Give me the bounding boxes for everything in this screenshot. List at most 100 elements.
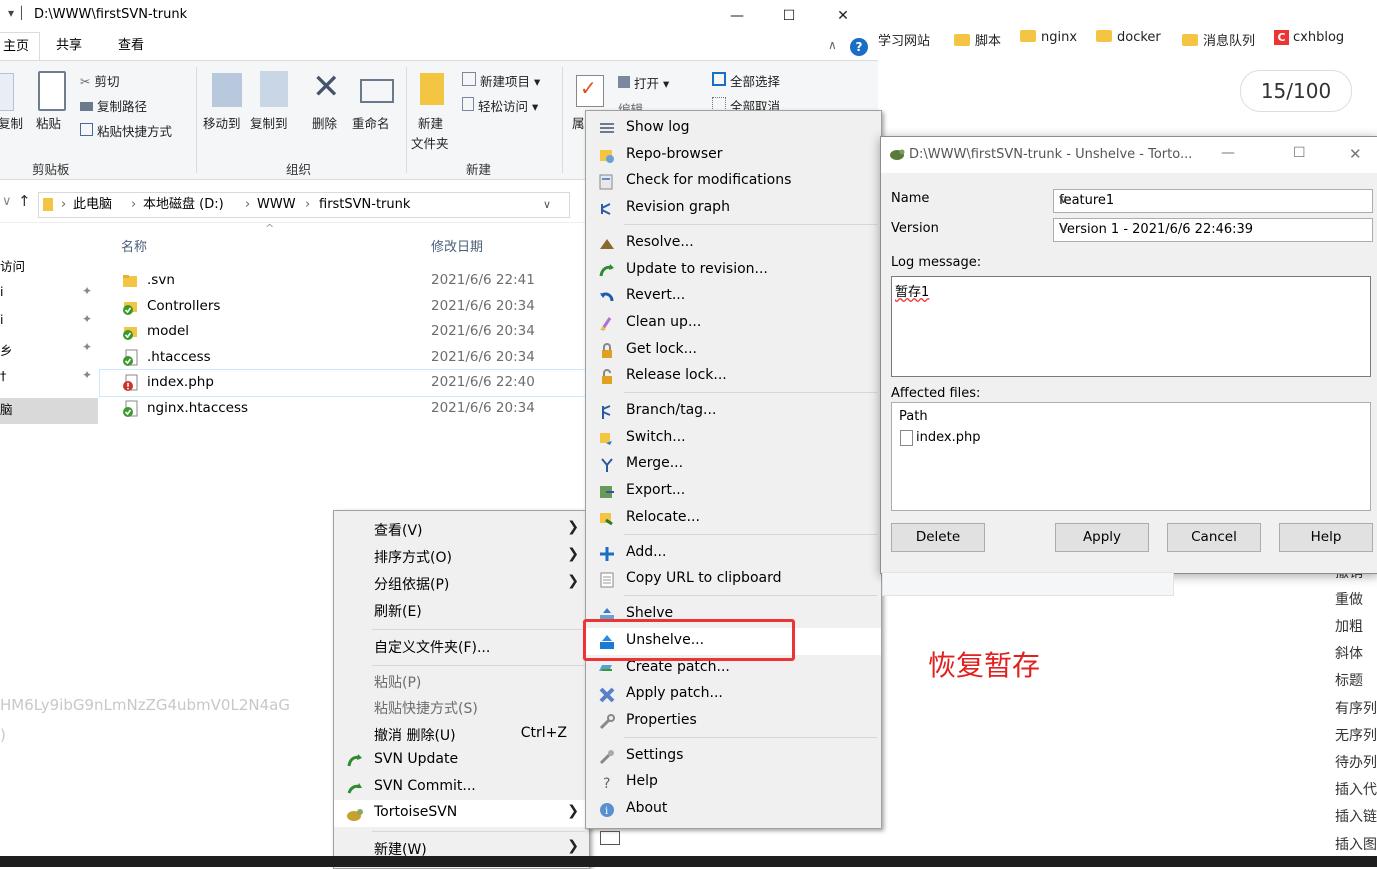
svn-menu-item-get-lock[interactable]: Get lock... xyxy=(586,337,881,364)
copy-path-button[interactable]: 复制路径 xyxy=(80,96,147,115)
svn-menu-item-release-lock[interactable]: Release lock... xyxy=(586,363,881,390)
breadcrumb-item[interactable]: 本地磁盘 (D:) xyxy=(143,193,224,217)
svn-menu-item-settings[interactable]: Settings xyxy=(586,743,881,770)
svn-menu-item-revert[interactable]: Revert... xyxy=(586,283,881,310)
column-header-modified[interactable]: 修改日期 xyxy=(431,236,483,255)
file-row[interactable]: Controllers 2021/6/6 20:34 xyxy=(100,294,585,320)
editor-toolbar-item[interactable]: 插入链 xyxy=(1335,806,1377,826)
editor-toolbar-item[interactable]: 无序列 xyxy=(1335,725,1377,745)
name-select[interactable]: feature1 ∨ xyxy=(1053,189,1373,213)
editor-toolbar-item[interactable]: 重做 xyxy=(1335,589,1363,609)
svn-menu-item-branch-tag[interactable]: Branch/tag... xyxy=(586,398,881,425)
affected-file-item[interactable]: index.php xyxy=(916,430,980,445)
quick-access-dropdown-icon[interactable]: ▾ │ xyxy=(8,6,25,20)
svn-menu-item-properties[interactable]: Properties xyxy=(586,708,881,735)
editor-toolbar-item[interactable]: 插入图 xyxy=(1335,834,1377,854)
svn-menu-item-add[interactable]: Add... xyxy=(586,540,881,567)
context-menu-item[interactable]: 撤消 删除(U) Ctrl+Z xyxy=(334,721,589,748)
breadcrumb-item[interactable]: WWW xyxy=(257,193,296,217)
nav-item[interactable]: 访问 xyxy=(0,256,25,275)
maximize-button[interactable]: ☐ xyxy=(766,0,812,32)
apply-button[interactable]: Apply xyxy=(1055,523,1149,552)
copy-to-button[interactable]: 复制到 xyxy=(250,113,288,132)
affected-files-list[interactable]: Path index.php xyxy=(891,402,1371,511)
rename-button[interactable]: 重命名 xyxy=(352,113,390,132)
svn-menu-item-merge[interactable]: Merge... xyxy=(586,451,881,478)
svn-menu-item-repo-browser[interactable]: Repo-browser xyxy=(586,142,881,169)
breadcrumb-item[interactable]: 此电脑 xyxy=(73,193,112,217)
recent-dropdown-icon[interactable]: ∨ xyxy=(2,194,12,209)
tab-view[interactable]: 查看 xyxy=(108,32,154,60)
nav-item[interactable]: i xyxy=(0,312,3,327)
new-folder-button-line2[interactable]: 文件夹 xyxy=(411,133,449,152)
copy-icon[interactable] xyxy=(0,73,14,111)
new-item-button[interactable]: 新建项目 ▾ xyxy=(462,71,540,90)
close-button[interactable]: ✕ xyxy=(1349,145,1362,163)
tab-home[interactable]: 主页 xyxy=(0,32,41,61)
context-menu-item[interactable]: SVN Update xyxy=(334,747,589,774)
svn-menu-item-check-modifications[interactable]: Check for modifications xyxy=(586,168,881,195)
bookmark-item[interactable]: nginx xyxy=(1020,30,1077,45)
file-row[interactable]: index.php 2021/6/6 22:40 xyxy=(99,369,586,398)
version-select[interactable]: Version 1 - 2021/6/6 22:46:39 ∨ xyxy=(1053,218,1373,242)
address-dropdown-icon[interactable]: ∨ xyxy=(543,193,551,217)
context-menu-item[interactable]: TortoiseSVN ❯ xyxy=(334,800,589,827)
svn-menu-item-relocate[interactable]: Relocate... xyxy=(586,505,881,532)
properties-button[interactable]: 属 xyxy=(572,113,585,132)
file-row[interactable]: .htaccess 2021/6/6 20:34 xyxy=(100,345,585,371)
svn-menu-item-switch[interactable]: Switch... xyxy=(586,425,881,452)
paste-shortcut-button[interactable]: 粘贴快捷方式 xyxy=(80,121,172,140)
help-button[interactable]: Help xyxy=(1279,523,1373,552)
editor-toolbar-item[interactable]: 标题 xyxy=(1335,670,1363,690)
svn-menu-item-copy-url[interactable]: Copy URL to clipboard xyxy=(586,566,881,593)
new-folder-button-line1[interactable]: 新建 xyxy=(418,113,443,132)
minimize-button[interactable]: — xyxy=(1221,145,1235,161)
context-menu-item[interactable]: 刷新(E) xyxy=(334,597,589,624)
context-menu-item[interactable]: 粘贴(P) xyxy=(334,668,589,695)
editor-toolbar-item[interactable]: 斜体 xyxy=(1335,643,1363,663)
svn-menu-item-help[interactable]: ? Help xyxy=(586,769,881,796)
file-row[interactable]: .svn 2021/6/6 22:41 xyxy=(100,268,585,294)
close-button[interactable]: ✕ xyxy=(820,0,866,32)
file-row[interactable]: nginx.htaccess 2021/6/6 20:34 xyxy=(100,396,585,422)
svn-menu-item-resolve[interactable]: Resolve... xyxy=(586,230,881,257)
nav-item[interactable]: i xyxy=(0,284,3,299)
context-menu-item[interactable]: 查看(V) ❯ xyxy=(334,516,589,543)
delete-icon[interactable]: ✕ xyxy=(312,67,341,107)
cut-button[interactable]: ✂ 剪切 xyxy=(80,71,119,90)
file-row[interactable]: model 2021/6/6 20:34 xyxy=(100,319,585,345)
context-menu-item[interactable]: SVN Commit... xyxy=(334,774,589,801)
context-menu-item[interactable]: 分组依据(P) ❯ xyxy=(334,570,589,597)
bookmark-item[interactable]: Ccxhblog xyxy=(1274,30,1344,45)
minimize-button[interactable]: — xyxy=(714,0,760,32)
properties-icon[interactable]: ✓ xyxy=(576,75,604,107)
easy-access-button[interactable]: 轻松访问 ▾ xyxy=(462,96,538,115)
column-header-name[interactable]: 名称 xyxy=(121,236,147,255)
svn-menu-item-revision-graph[interactable]: Revision graph xyxy=(586,195,881,222)
new-folder-icon[interactable] xyxy=(420,73,444,105)
svn-menu-item-clean-up[interactable]: Clean up... xyxy=(586,310,881,337)
delete-button[interactable]: 删除 xyxy=(312,113,337,132)
context-menu-item[interactable]: 自定义文件夹(F)... xyxy=(334,633,589,660)
log-message-field[interactable]: 暂存1 xyxy=(891,276,1371,377)
editor-toolbar-item[interactable]: 加粗 xyxy=(1335,616,1363,636)
bookmark-item[interactable]: 学习网站 xyxy=(878,30,930,49)
copy-to-icon[interactable] xyxy=(260,71,288,107)
bookmark-item[interactable]: docker xyxy=(1096,30,1161,45)
editor-toolbar-item[interactable]: 插入代 xyxy=(1335,779,1377,799)
copy-button[interactable]: 复制 xyxy=(0,113,23,132)
collapse-ribbon-icon[interactable]: ∧ xyxy=(828,38,837,52)
svn-menu-item-export[interactable]: Export... xyxy=(586,478,881,505)
svn-menu-item-about[interactable]: i About xyxy=(586,796,881,823)
open-button[interactable]: 打开 ▾ xyxy=(618,73,669,92)
delete-button[interactable]: Delete xyxy=(891,523,985,552)
paste-icon[interactable] xyxy=(38,71,66,111)
address-bar[interactable]: › 此电脑 › 本地磁盘 (D:) › WWW › firstSVN-trunk… xyxy=(38,192,570,218)
bookmark-item[interactable]: 脚本 xyxy=(954,30,1001,49)
select-all-button[interactable]: 全部选择 xyxy=(712,71,780,90)
tab-share[interactable]: 共享 xyxy=(46,32,92,60)
cancel-button[interactable]: Cancel xyxy=(1167,523,1261,552)
help-icon[interactable]: ? xyxy=(850,38,868,56)
svn-menu-item-apply-patch[interactable]: Apply patch... xyxy=(586,681,881,708)
paste-button[interactable]: 粘贴 xyxy=(36,113,61,132)
